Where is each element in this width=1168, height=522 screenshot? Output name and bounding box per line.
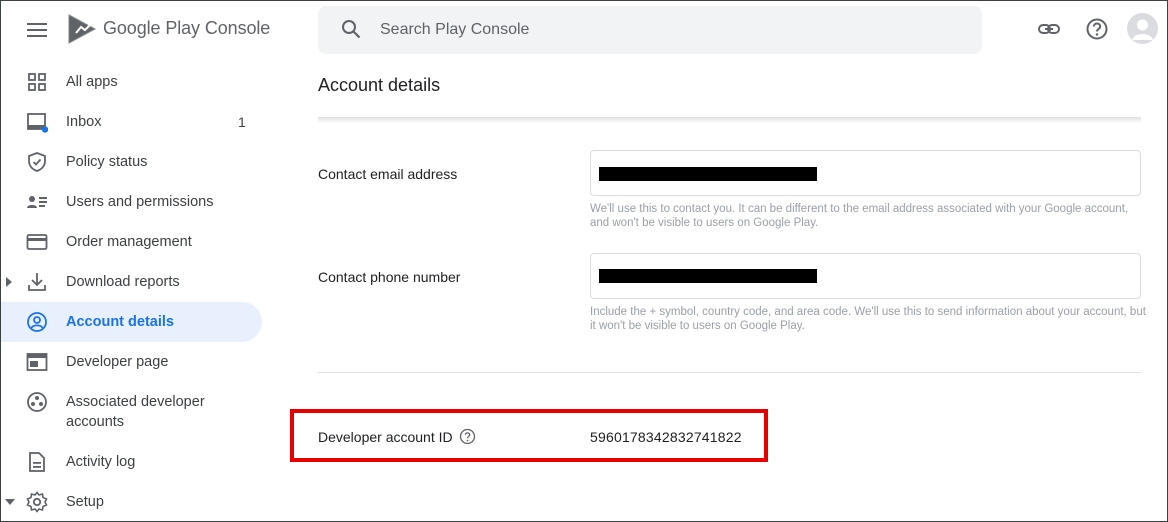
sidebar-item-policy-status[interactable]: Policy status [1,142,273,182]
sidebar-item-activity-log[interactable]: Activity log [1,442,273,482]
sidebar-item-label: Inbox [66,114,102,130]
sidebar-item-label: Setup [66,494,104,510]
grid-icon [26,71,48,93]
email-label: Contact email address [318,166,458,182]
phone-help-text: Include the + symbol, country code, and … [590,306,1146,332]
link-icon[interactable] [1036,16,1062,42]
header-divider [318,117,1141,123]
phone-label: Contact phone number [318,269,461,285]
sidebar-item-order-management[interactable]: Order management [1,222,273,262]
credit-card-icon [26,231,48,253]
sidebar-item-download-reports[interactable]: Download reports [1,262,273,302]
gear-icon [26,491,48,513]
phone-field[interactable]: +•••••••••••• [590,253,1141,299]
sidebar-item-label: Order management [66,234,192,250]
document-icon [26,451,48,473]
help-tooltip-icon[interactable] [459,428,476,445]
account-circle-icon [26,311,48,333]
section-divider [318,372,1141,373]
inbox-icon [26,111,48,133]
download-icon [26,271,48,293]
sidebar-item-associated-developer-accounts[interactable]: Associated developer accounts [1,382,273,442]
sidebar-item-inbox[interactable]: Inbox 1 [1,102,273,142]
developer-id-value: 5960178342832741822 [590,429,742,445]
search-input[interactable] [380,6,960,54]
web-page-icon [26,351,48,373]
sidebar-item-label: Developer page [66,354,169,370]
sidebar-item-label: Activity log [66,454,136,470]
email-help-text: We'll use this to contact you. It can be… [590,203,1129,229]
sidebar-item-setup[interactable]: Setup [1,482,273,521]
redaction-bar [599,167,817,181]
sidebar-item-label: All apps [66,74,118,90]
play-console-logo-icon[interactable] [67,13,99,45]
search-icon [342,20,361,39]
redaction-bar [599,269,817,283]
users-list-icon [26,191,48,213]
linked-accounts-icon [26,391,48,413]
expand-caret-icon[interactable] [5,277,13,287]
sidebar-item-label: Users and permissions [66,194,214,210]
sidebar-nav: All apps Inbox 1 Policy status Users and… [1,62,273,521]
inbox-count-badge: 1 [238,114,246,130]
brand-name: Google Play Console [103,18,271,38]
hamburger-menu-icon[interactable] [23,17,51,43]
sidebar-item-developer-page[interactable]: Developer page [1,342,273,382]
sidebar-item-label: Account details [66,314,174,330]
sidebar-item-all-apps[interactable]: All apps [1,62,273,102]
developer-id-label: Developer account ID [318,429,453,445]
shield-check-icon [26,151,48,173]
email-field[interactable]: •••••••••••••@•••••••• [590,150,1141,196]
page-title: Account details [318,75,441,95]
app-window: Google Play Console All apps Inbox 1 Pol [0,0,1168,522]
sidebar-item-label: Policy status [66,154,148,170]
collapse-caret-icon[interactable] [5,498,15,506]
search-bar[interactable] [318,6,982,54]
help-icon[interactable] [1084,16,1110,42]
sidebar-item-label: Download reports [66,274,180,290]
sidebar: Google Play Console All apps Inbox 1 Pol [1,1,273,521]
sidebar-item-account-details[interactable]: Account details [1,302,273,342]
sidebar-item-label: Associated developer accounts [66,394,205,430]
avatar[interactable] [1127,13,1158,44]
sidebar-item-users-and-permissions[interactable]: Users and permissions [1,182,273,222]
